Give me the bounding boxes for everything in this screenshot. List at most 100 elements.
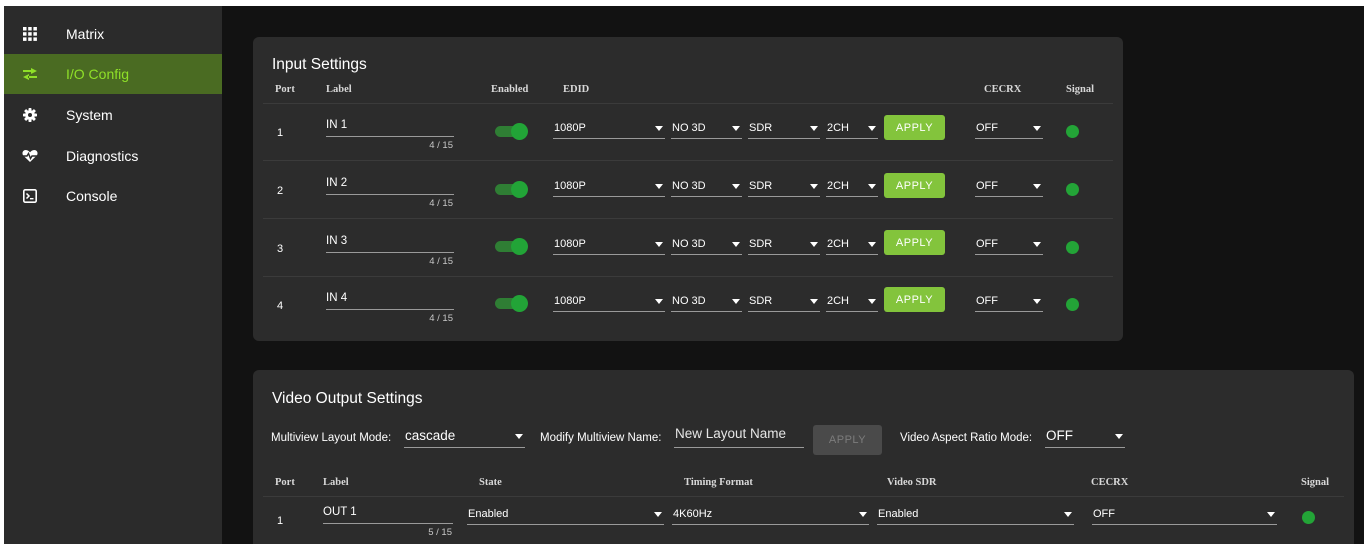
edid-3d-select[interactable]: NO 3D <box>671 119 742 139</box>
chevron-down-icon <box>654 512 662 517</box>
sidebar-item-diagnostics[interactable]: Diagnostics <box>4 136 222 176</box>
chevron-down-icon <box>868 299 876 304</box>
edid-audio-select[interactable]: 2CH <box>826 235 878 255</box>
app-window: Matrix I/O Config System Diagnostics Con… <box>4 6 1364 544</box>
edid-range-select[interactable]: SDR <box>748 292 820 312</box>
select-value: 2CH <box>827 122 850 134</box>
select-value: SDR <box>749 180 773 192</box>
select-value: Enabled <box>878 508 919 520</box>
chevron-down-icon <box>515 434 523 439</box>
enabled-toggle[interactable] <box>495 238 528 255</box>
edid-resolution-select[interactable]: 1080P <box>553 177 665 197</box>
edid-apply-button[interactable]: APPLY <box>884 115 945 140</box>
label-field[interactable]: IN 1 <box>326 119 454 137</box>
select-value: OFF <box>1093 508 1115 520</box>
header-signal: Signal <box>1066 84 1095 95</box>
char-counter: 4 / 15 <box>429 256 453 267</box>
label-value: IN 1 <box>326 119 348 131</box>
row-divider <box>263 218 1113 219</box>
chevron-down-icon <box>732 184 740 189</box>
edid-3d-select[interactable]: NO 3D <box>671 177 742 197</box>
chevron-down-icon <box>1033 242 1041 247</box>
cecrx-select[interactable]: OFF <box>975 119 1043 139</box>
edid-range-select[interactable]: SDR <box>748 235 820 255</box>
multiview-name-input[interactable] <box>674 426 805 448</box>
sidebar-item-console[interactable]: Console <box>4 176 222 216</box>
edid-resolution-select[interactable]: 1080P <box>553 235 665 255</box>
chevron-down-icon <box>868 242 876 247</box>
signal-indicator <box>1066 183 1079 196</box>
enabled-toggle[interactable] <box>495 123 528 140</box>
label-field[interactable]: IN 4 <box>326 292 454 310</box>
edid-audio-select[interactable]: 2CH <box>826 119 878 139</box>
video-sdr-select[interactable]: Enabled <box>877 505 1074 525</box>
state-select[interactable]: Enabled <box>467 505 664 525</box>
header-port: Port <box>275 477 295 488</box>
chevron-down-icon <box>732 242 740 247</box>
aspect-ratio-select[interactable]: OFF <box>1045 426 1125 448</box>
sidebar-item-label: Diagnostics <box>66 148 139 164</box>
sidebar-item-matrix[interactable]: Matrix <box>4 14 222 54</box>
label-field[interactable]: IN 2 <box>326 177 454 195</box>
select-value: 2CH <box>827 295 850 307</box>
select-value: OFF <box>1046 428 1073 443</box>
chevron-down-icon <box>655 242 663 247</box>
header-cecrx: CECRX <box>984 84 1022 95</box>
enabled-toggle[interactable] <box>495 295 528 312</box>
sidebar-item-label: Console <box>66 188 118 204</box>
select-value: OFF <box>976 180 998 192</box>
timing-format-select[interactable]: 4K60Hz <box>672 505 869 525</box>
multiview-layout-label: Multiview Layout Mode: <box>271 432 392 444</box>
multiview-name-field[interactable] <box>675 426 805 441</box>
port-number: 1 <box>277 515 284 527</box>
chevron-down-icon <box>1115 434 1123 439</box>
multiview-apply-button[interactable]: APPLY <box>813 425 882 455</box>
label-field[interactable]: IN 3 <box>326 235 454 253</box>
select-value: SDR <box>749 238 773 250</box>
cecrx-select[interactable]: OFF <box>975 177 1043 197</box>
edid-apply-button[interactable]: APPLY <box>884 230 945 255</box>
edid-audio-select[interactable]: 2CH <box>826 292 878 312</box>
edid-range-select[interactable]: SDR <box>748 119 820 139</box>
chevron-down-icon <box>1033 126 1041 131</box>
cecrx-select[interactable]: OFF <box>975 292 1043 312</box>
select-value: Enabled <box>468 508 509 520</box>
label-value: IN 4 <box>326 292 348 304</box>
chevron-down-icon <box>810 126 818 131</box>
edid-audio-select[interactable]: 2CH <box>826 177 878 197</box>
signal-indicator <box>1066 241 1079 254</box>
video-output-settings-title: Video Output Settings <box>272 390 423 407</box>
edid-resolution-select[interactable]: 1080P <box>553 119 665 139</box>
chevron-down-icon <box>655 184 663 189</box>
char-counter: 4 / 15 <box>429 313 453 324</box>
sidebar-item-system[interactable]: System <box>4 95 222 135</box>
edid-3d-select[interactable]: NO 3D <box>671 235 742 255</box>
input-settings-title: Input Settings <box>272 56 367 73</box>
cecrx-select[interactable]: OFF <box>1092 505 1277 525</box>
row-divider <box>263 276 1113 277</box>
edid-range-select[interactable]: SDR <box>748 177 820 197</box>
sidebar-item-io-config[interactable]: I/O Config <box>4 54 222 94</box>
edid-apply-button[interactable]: APPLY <box>884 287 945 312</box>
cecrx-select[interactable]: OFF <box>975 235 1043 255</box>
signal-indicator <box>1302 511 1315 524</box>
label-field[interactable]: OUT 1 <box>323 506 453 524</box>
edid-3d-select[interactable]: NO 3D <box>671 292 742 312</box>
row-divider <box>263 496 1344 497</box>
multiview-layout-select[interactable]: cascade <box>404 426 525 448</box>
enabled-toggle[interactable] <box>495 181 528 198</box>
chevron-down-icon <box>859 512 867 517</box>
header-signal: Signal <box>1301 477 1330 488</box>
char-counter: 4 / 15 <box>429 140 453 151</box>
select-value: 1080P <box>554 295 586 307</box>
sidebar: Matrix I/O Config System Diagnostics Con… <box>4 6 222 544</box>
chevron-down-icon <box>732 299 740 304</box>
edid-resolution-select[interactable]: 1080P <box>553 292 665 312</box>
select-value: cascade <box>405 428 456 443</box>
chevron-down-icon <box>655 299 663 304</box>
port-number: 2 <box>277 185 284 197</box>
label-value: OUT 1 <box>323 506 357 518</box>
edid-apply-button[interactable]: APPLY <box>884 173 945 198</box>
select-value: 2CH <box>827 238 850 250</box>
signal-indicator <box>1066 298 1079 311</box>
